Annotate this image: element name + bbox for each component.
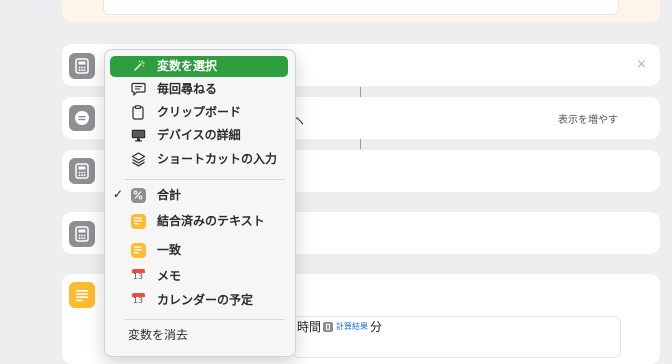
menu-item-shortcut-input[interactable]: ショートカットの入力 (104, 148, 294, 170)
variable-token[interactable]: 計算結果 (336, 321, 368, 332)
menu-item-ask-each-time[interactable]: 毎回尋ねる (104, 78, 294, 100)
menu-item-label: カレンダーの予定 (157, 292, 253, 308)
checkmark-icon: ✓ (113, 187, 123, 201)
calendar-day: 13 (132, 272, 145, 281)
menu-item-memo[interactable]: 13 メモ (104, 265, 294, 287)
text-icon (69, 282, 95, 308)
calendar-day: 13 (132, 296, 145, 305)
menu-items: 変数を選択 毎回尋ねる クリップボード デバイスの詳細 ショートカットの入力 ✓… (104, 49, 294, 355)
calculator-icon (69, 221, 95, 247)
menu-item-label: 結合済みのテキスト (157, 213, 265, 229)
menu-item-label: メモ (157, 268, 181, 284)
text-icon (130, 213, 146, 229)
shortcuts-icon (130, 151, 146, 167)
menu-item-label: ショートカットの入力 (157, 151, 277, 167)
connector-line (360, 87, 361, 97)
calendar-icon: 13 (130, 268, 146, 284)
clipboard-icon (130, 104, 146, 120)
menu-item-match[interactable]: 一致 (104, 239, 294, 261)
menu-item-label: クリップボード (157, 104, 241, 120)
text-action-field[interactable] (103, 0, 619, 15)
percent-icon (130, 187, 146, 203)
menu-item-label: 合計 (157, 187, 181, 203)
menu-item-label: デバイスの詳細 (157, 127, 241, 143)
text-suffix: 分 (370, 318, 382, 335)
text-field-content: 時間 計算結果 分 (297, 318, 382, 335)
menu-item-clear-variable[interactable]: 変数を消去 (104, 324, 294, 346)
menu-item-clipboard[interactable]: クリップボード (104, 101, 294, 123)
calendar-icon: 13 (130, 292, 146, 308)
show-more-button[interactable]: 表示を増やす (558, 111, 618, 126)
menu-item-sum[interactable]: ✓ 合計 (104, 184, 294, 206)
text-prefix: 時間 (297, 318, 321, 335)
calculator-icon (69, 53, 95, 79)
magic-wand-icon (131, 58, 147, 74)
desktop-icon (130, 127, 146, 143)
menu-item-calendar-event[interactable]: 13 カレンダーの予定 (104, 289, 294, 311)
menu-item-label: 変数を消去 (128, 327, 188, 343)
speech-bubble-icon (130, 81, 146, 97)
calculator-icon (69, 158, 95, 184)
menu-item-label: 毎回尋ねる (157, 81, 217, 97)
menu-item-combined-text[interactable]: 結合済みのテキスト (104, 210, 294, 232)
calculator-icon (323, 322, 333, 332)
text-icon (130, 242, 146, 258)
round-number-icon (69, 105, 95, 131)
menu-item-select-variable[interactable]: 変数を選択 (110, 55, 294, 77)
menu-item-device-details[interactable]: デバイスの詳細 (104, 124, 294, 146)
connector-line (360, 139, 361, 149)
close-icon[interactable]: × (636, 58, 647, 72)
menu-item-label: 一致 (157, 242, 181, 258)
menu-item-label: 変数を選択 (157, 58, 217, 74)
